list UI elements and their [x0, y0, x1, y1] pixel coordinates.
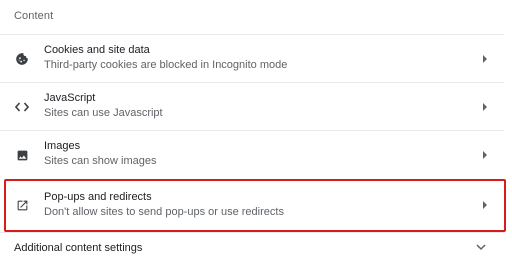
settings-row-cookies[interactable]: Cookies and site data Third-party cookie…	[0, 34, 504, 82]
row-text: Additional content settings	[14, 241, 142, 255]
open-in-new-icon	[14, 197, 30, 213]
row-label: Images	[44, 140, 81, 152]
section-title: Content	[14, 10, 54, 22]
code-icon	[14, 99, 30, 115]
content-settings-panel: Content Cookies and site data Third-part…	[0, 0, 512, 268]
chevron-down-icon	[476, 242, 486, 252]
settings-row-popups-redirects[interactable]: Pop-ups and redirects Don't allow sites …	[4, 179, 506, 232]
row-label: Additional content settings	[14, 242, 143, 254]
chevron-right-icon	[480, 150, 490, 160]
cookie-icon	[14, 51, 30, 67]
chevron-right-icon	[480, 54, 490, 64]
chevron-right-icon	[480, 102, 490, 112]
image-icon	[14, 147, 30, 163]
row-description: Sites can use Javascript	[44, 107, 163, 119]
row-label: JavaScript	[44, 92, 96, 104]
row-description: Don't allow sites to send pop-ups or use…	[44, 206, 284, 218]
settings-row-images[interactable]: Images Sites can show images	[0, 130, 504, 178]
row-text: Images Sites can show images	[44, 139, 157, 168]
additional-content-settings[interactable]: Additional content settings	[0, 232, 504, 262]
row-text: Pop-ups and redirects Don't allow sites …	[44, 190, 284, 219]
row-description: Sites can show images	[44, 155, 157, 167]
row-label: Pop-ups and redirects	[44, 191, 152, 203]
row-text: JavaScript Sites can use Javascript	[44, 91, 163, 120]
row-description: Third-party cookies are blocked in Incog…	[44, 59, 288, 71]
chevron-right-icon	[480, 200, 490, 210]
row-text: Cookies and site data Third-party cookie…	[44, 43, 287, 72]
settings-row-javascript[interactable]: JavaScript Sites can use Javascript	[0, 82, 504, 130]
row-label: Cookies and site data	[44, 44, 150, 56]
